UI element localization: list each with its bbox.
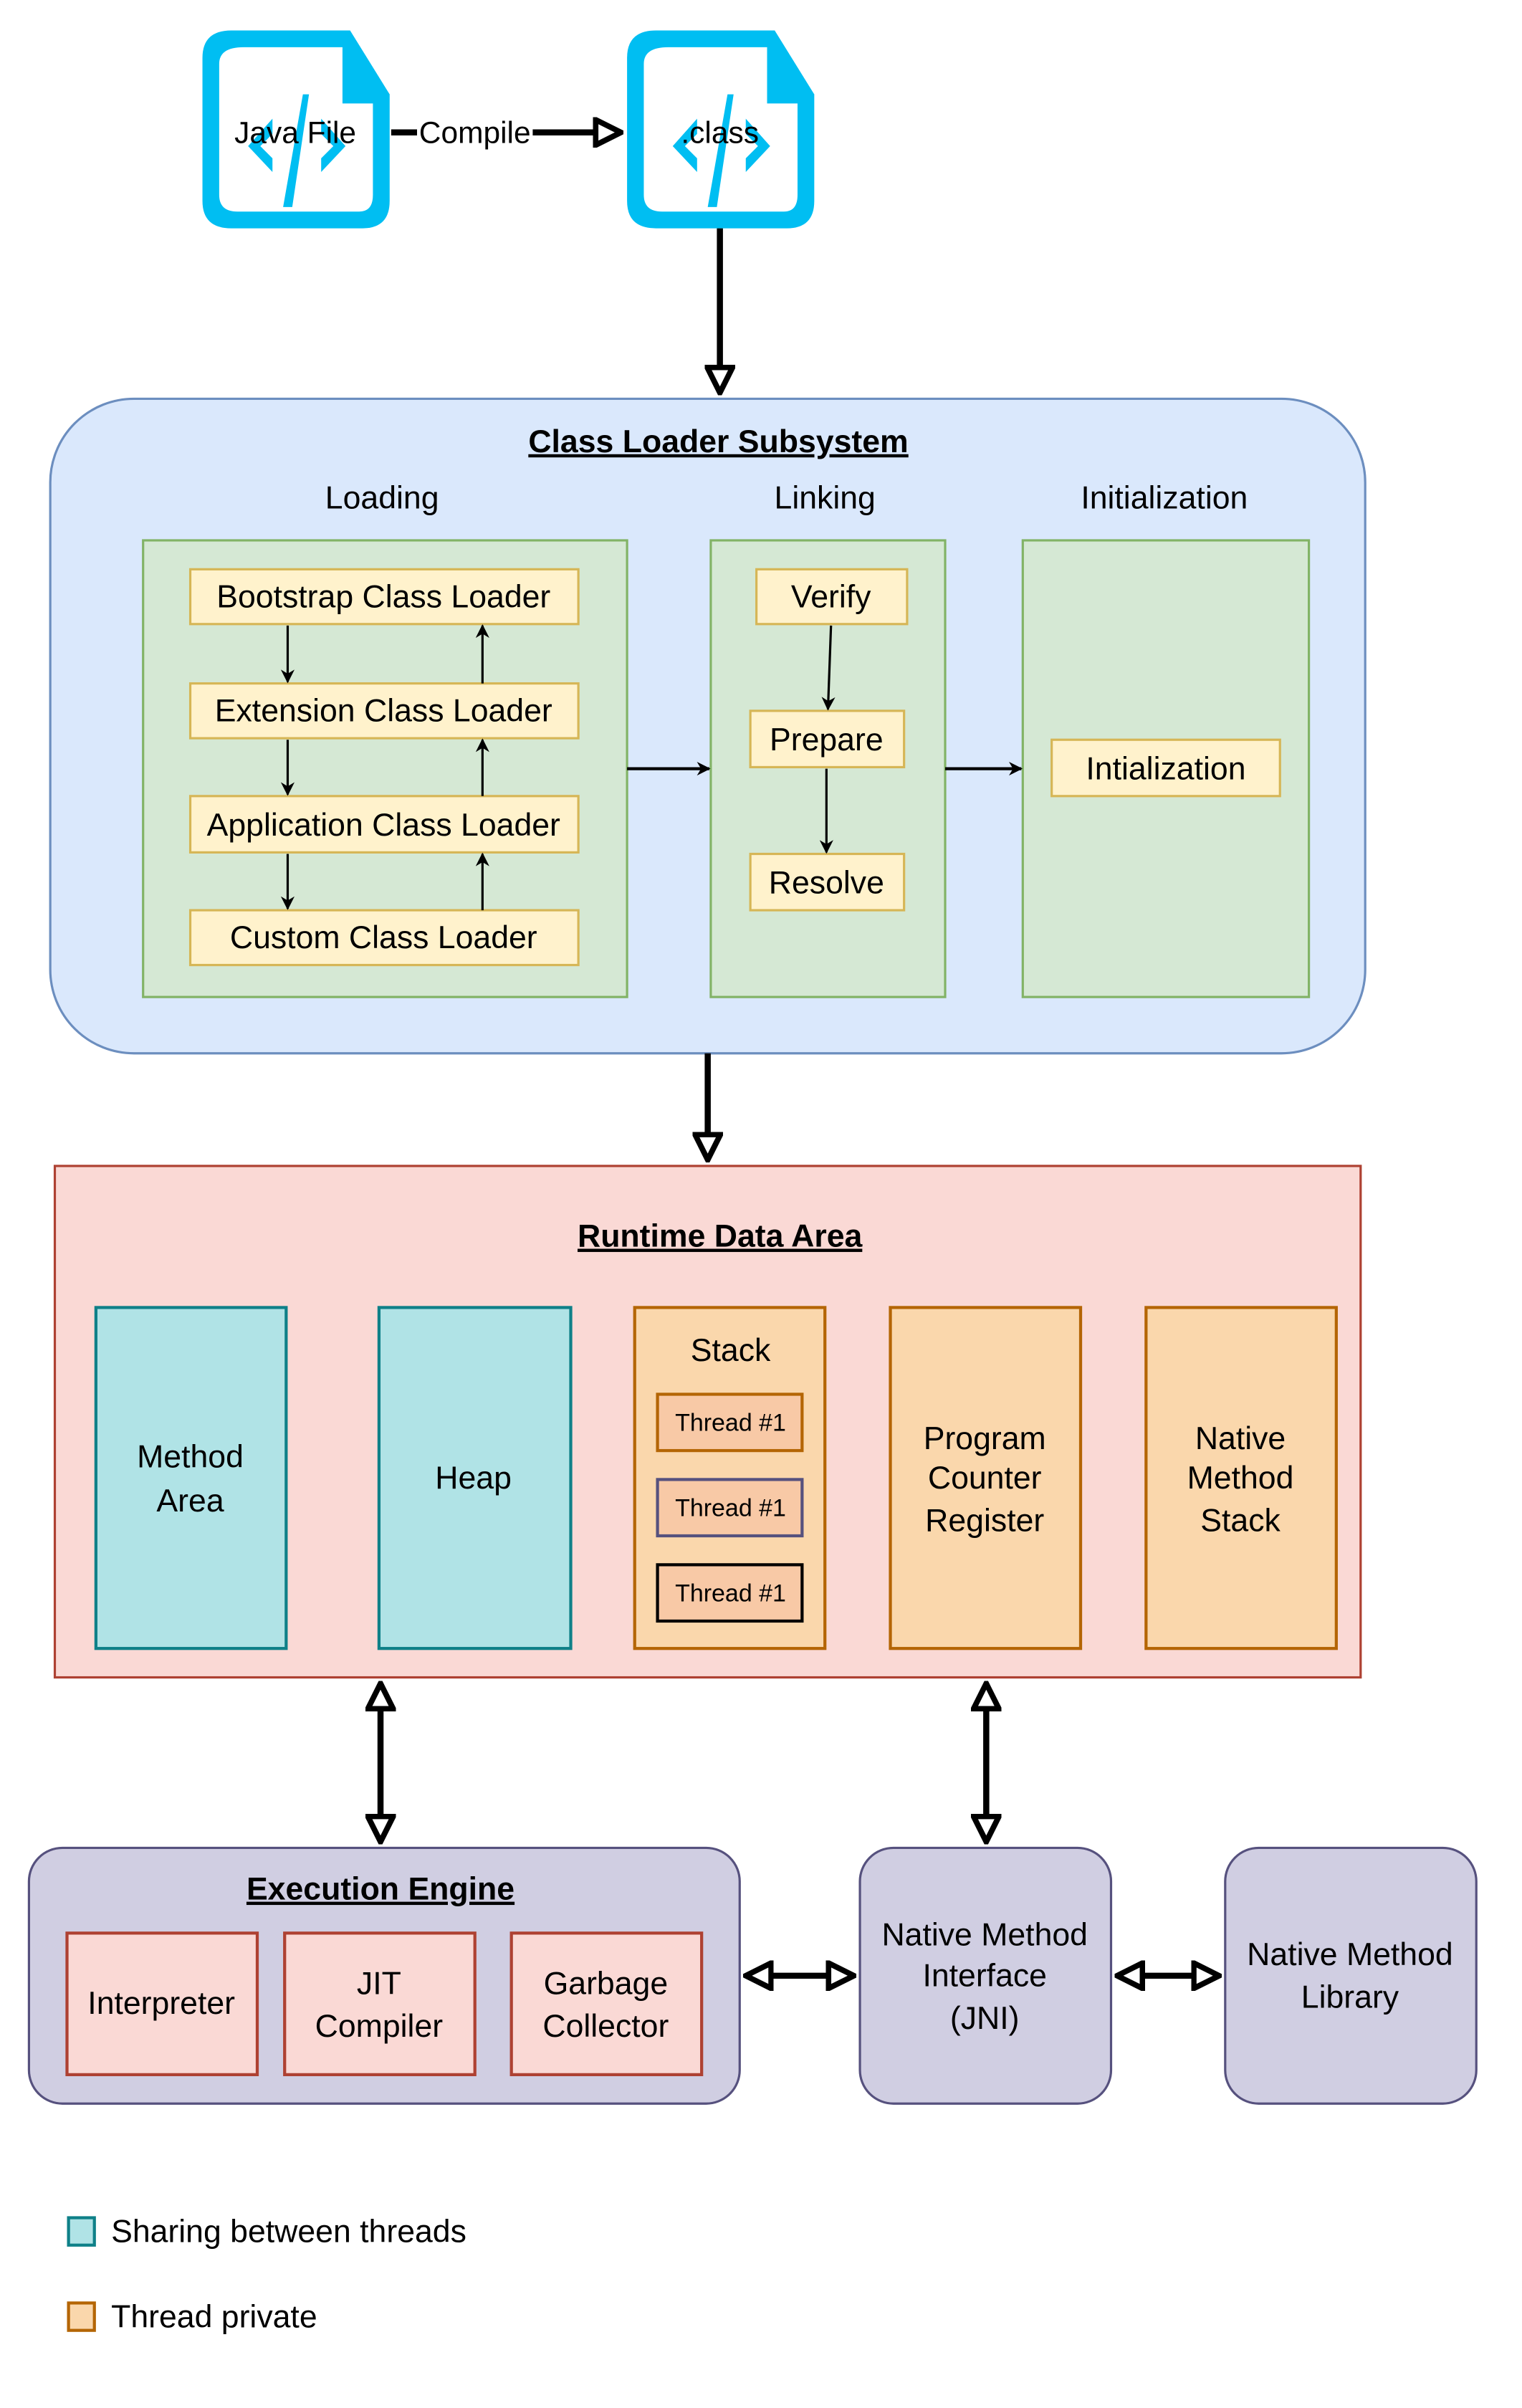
svg-text:Bootstrap Class Loader: Bootstrap Class Loader: [216, 579, 550, 614]
execution-engine-title: Execution Engine: [247, 1872, 514, 1907]
svg-text:Method: Method: [137, 1439, 244, 1474]
stack-title: Stack: [691, 1333, 771, 1368]
svg-text:Area: Area: [156, 1484, 224, 1519]
legend-item-private: Thread private: [67, 2299, 317, 2334]
shared-swatch-icon: [67, 2216, 96, 2247]
svg-text:Interface: Interface: [922, 1959, 1047, 1994]
stack-thread: Thread #1: [656, 1478, 804, 1538]
bootstrap-class-loader: Bootstrap Class Loader: [188, 568, 580, 626]
svg-text:Thread private: Thread private: [111, 2299, 317, 2334]
svg-text:Register: Register: [925, 1504, 1044, 1539]
compile-label: Compile: [419, 116, 531, 150]
prepare-step: Prepare: [749, 710, 906, 769]
svg-text:Method: Method: [1187, 1461, 1294, 1496]
svg-text:Interpreter: Interpreter: [87, 1986, 235, 2021]
interpreter: Interpreter: [65, 1931, 259, 2076]
svg-text:Thread #1: Thread #1: [675, 1409, 786, 1436]
execution-engine: Execution Engine Interpreter JIT Compile…: [27, 1846, 741, 2105]
heap: Heap: [377, 1306, 573, 1650]
svg-text:JIT: JIT: [357, 1966, 401, 2001]
svg-text:Library: Library: [1301, 1979, 1399, 2015]
svg-text:Compiler: Compiler: [315, 2009, 444, 2044]
application-class-loader: Application Class Loader: [188, 795, 580, 854]
java-file-label: Java File: [234, 116, 356, 150]
program-counter-register: Program Counter Register: [889, 1306, 1083, 1650]
svg-text:Custom Class Loader: Custom Class Loader: [230, 920, 537, 955]
svg-text:Stack: Stack: [1200, 1504, 1281, 1539]
svg-text:Verify: Verify: [791, 579, 871, 614]
svg-text:Thread #1: Thread #1: [675, 1494, 786, 1521]
svg-text:Application Class Loader: Application Class Loader: [207, 808, 560, 843]
stack: Stack Thread #1 Thread #1 Thread #1: [633, 1306, 827, 1650]
svg-text:(JNI): (JNI): [950, 2001, 1020, 2036]
initialization-step: Intialization: [1050, 738, 1281, 798]
legend: Sharing between threads Thread private: [67, 2214, 466, 2334]
extension-class-loader: Extension Class Loader: [188, 682, 580, 740]
custom-class-loader: Custom Class Loader: [188, 909, 580, 967]
svg-text:Program: Program: [924, 1421, 1046, 1456]
svg-text:Native: Native: [1195, 1421, 1286, 1456]
native-method-stack: Native Method Stack: [1144, 1306, 1338, 1650]
verify-step: Verify: [755, 568, 909, 626]
svg-text:Resolve: Resolve: [769, 866, 884, 901]
jvm-architecture-diagram: Java File .class Compile Class Loader Su…: [27, 30, 1478, 2334]
svg-text:Collector: Collector: [542, 2009, 669, 2044]
svg-text:Native Method: Native Method: [881, 1917, 1088, 1952]
runtime-title: Runtime Data Area: [578, 1218, 863, 1253]
runtime-data-area: Runtime Data Area Method Area Heap Stack…: [53, 1165, 1362, 1679]
garbage-collector: Garbage Collector: [509, 1931, 704, 2076]
initialization-stage-label: Initialization: [1081, 480, 1248, 515]
private-swatch-icon: [67, 2301, 96, 2332]
stack-thread: Thread #1: [656, 1563, 804, 1623]
class-file-label: .class: [681, 116, 759, 150]
legend-item-shared: Sharing between threads: [67, 2214, 466, 2249]
resolve-step: Resolve: [749, 852, 906, 912]
svg-text:Extension Class Loader: Extension Class Loader: [215, 694, 552, 729]
jit-compiler: JIT Compiler: [283, 1931, 477, 2076]
stack-thread: Thread #1: [656, 1392, 804, 1453]
svg-text:Garbage: Garbage: [544, 1966, 669, 2001]
svg-text:Counter: Counter: [928, 1461, 1042, 1496]
class-loader-title: Class Loader Subsystem: [528, 424, 908, 459]
class-loader-subsystem: Class Loader Subsystem Loading Linking I…: [49, 397, 1367, 1055]
svg-text:Sharing between threads: Sharing between threads: [111, 2214, 466, 2249]
method-area: Method Area: [94, 1306, 288, 1650]
native-method-interface: Native Method Interface (JNI): [858, 1846, 1113, 2105]
svg-text:Thread #1: Thread #1: [675, 1580, 786, 1607]
loading-stage-label: Loading: [325, 480, 439, 515]
svg-text:Prepare: Prepare: [770, 722, 884, 758]
svg-text:Intialization: Intialization: [1086, 751, 1245, 786]
svg-text:Heap: Heap: [435, 1461, 512, 1496]
svg-text:Native Method: Native Method: [1247, 1937, 1453, 1972]
native-method-library: Native Method Library: [1224, 1846, 1478, 2105]
linking-stage-label: Linking: [775, 480, 876, 515]
